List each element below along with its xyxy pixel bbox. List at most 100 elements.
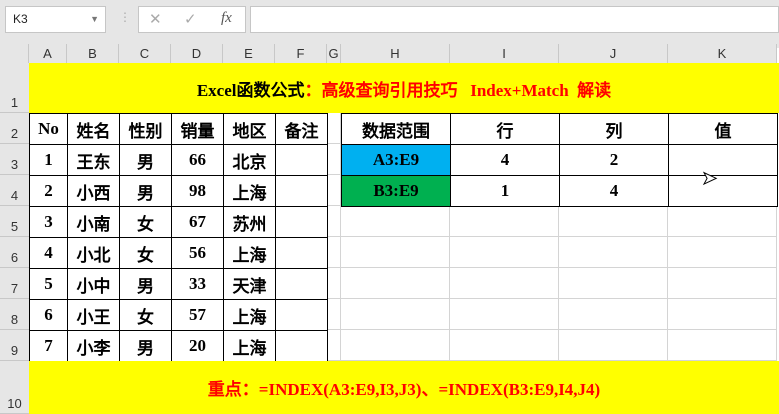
table1-cell[interactable] — [275, 175, 328, 207]
table1-cell[interactable]: 7 — [29, 330, 68, 362]
table1-cell[interactable]: 男 — [119, 268, 172, 300]
column-header-G[interactable]: G — [327, 44, 341, 63]
cell[interactable] — [327, 237, 341, 268]
table1-cell[interactable]: 小中 — [67, 268, 120, 300]
table1-cell[interactable]: 上海 — [223, 299, 276, 331]
table1-header[interactable]: No — [29, 113, 68, 145]
column-header-D[interactable]: D — [171, 44, 223, 63]
table1-cell[interactable]: 66 — [171, 144, 224, 176]
drag-handle-icon[interactable]: ⋮ — [119, 10, 131, 24]
table2-cell[interactable]: 2 — [559, 144, 669, 176]
table1-cell[interactable]: 1 — [29, 144, 68, 176]
table1-cell[interactable]: 小王 — [67, 299, 120, 331]
column-header-H[interactable]: H — [341, 44, 450, 63]
column-header-B[interactable]: B — [67, 44, 119, 63]
table1-cell[interactable]: 北京 — [223, 144, 276, 176]
table1-cell[interactable]: 小南 — [67, 206, 120, 238]
table1-cell[interactable]: 上海 — [223, 237, 276, 269]
table1-cell[interactable]: 57 — [171, 299, 224, 331]
table1-cell[interactable]: 33 — [171, 268, 224, 300]
chevron-down-icon[interactable]: ▼ — [90, 7, 99, 32]
table1-cell[interactable] — [275, 330, 328, 362]
table1-cell[interactable]: 苏州 — [223, 206, 276, 238]
cell[interactable] — [341, 299, 450, 330]
row-header-5[interactable]: 5 — [0, 206, 29, 237]
table2-header[interactable]: 数据范围 — [341, 113, 451, 145]
cell[interactable] — [559, 299, 668, 330]
table1-cell[interactable]: 20 — [171, 330, 224, 362]
table1-cell[interactable]: 67 — [171, 206, 224, 238]
name-box[interactable]: K3 ▼ — [5, 6, 106, 33]
range-cell[interactable]: A3:E9 — [341, 144, 451, 176]
cell[interactable] — [327, 268, 341, 299]
cell[interactable] — [668, 299, 777, 330]
cell[interactable] — [341, 237, 450, 268]
table1-cell[interactable]: 上海 — [223, 175, 276, 207]
table1-cell[interactable]: 98 — [171, 175, 224, 207]
column-header-J[interactable]: J — [559, 44, 668, 63]
row-header-6[interactable]: 6 — [0, 237, 29, 268]
table1-cell[interactable]: 女 — [119, 299, 172, 331]
select-all-button[interactable] — [0, 44, 29, 63]
column-header-A[interactable]: A — [29, 44, 67, 63]
table1-cell[interactable]: 男 — [119, 330, 172, 362]
table1-cell[interactable]: 女 — [119, 206, 172, 238]
row-header-8[interactable]: 8 — [0, 299, 29, 330]
cell[interactable] — [668, 237, 777, 268]
table1-cell[interactable]: 男 — [119, 144, 172, 176]
column-header-K[interactable]: K — [668, 44, 777, 63]
row-header-4[interactable]: 4 — [0, 175, 29, 206]
cell[interactable] — [327, 206, 341, 237]
cell[interactable] — [341, 268, 450, 299]
row-header-9[interactable]: 9 — [0, 330, 29, 361]
table1-cell[interactable]: 56 — [171, 237, 224, 269]
table1-header[interactable]: 地区 — [223, 113, 276, 145]
table1-cell[interactable]: 上海 — [223, 330, 276, 362]
table1-cell[interactable] — [275, 144, 328, 176]
table2-cell[interactable]: 4 — [450, 144, 560, 176]
fx-icon[interactable]: fx — [221, 10, 232, 27]
column-header-E[interactable]: E — [223, 44, 275, 63]
table1-header[interactable]: 销量 — [171, 113, 224, 145]
formula-input[interactable] — [250, 6, 779, 33]
row-header-7[interactable]: 7 — [0, 268, 29, 299]
table1-header[interactable]: 备注 — [275, 113, 328, 145]
row-header-1[interactable]: 1 — [0, 63, 29, 113]
cell[interactable] — [341, 206, 450, 237]
table2-cell[interactable] — [668, 144, 778, 176]
table1-cell[interactable]: 3 — [29, 206, 68, 238]
cell[interactable] — [327, 299, 341, 330]
cell[interactable] — [559, 206, 668, 237]
title-banner[interactable]: Excel函数公式：高级查询引用技巧 Index+Match 解读 — [29, 63, 779, 113]
row-header-2[interactable]: 2 — [0, 113, 29, 144]
cell[interactable] — [559, 268, 668, 299]
cell[interactable] — [327, 330, 341, 361]
table2-header[interactable]: 列 — [559, 113, 669, 145]
table2-cell[interactable] — [668, 175, 778, 207]
range-cell[interactable]: B3:E9 — [341, 175, 451, 207]
cell[interactable] — [327, 175, 341, 206]
column-header-I[interactable]: I — [450, 44, 559, 63]
row-header-3[interactable]: 3 — [0, 144, 29, 175]
table1-cell[interactable]: 小西 — [67, 175, 120, 207]
table1-cell[interactable]: 男 — [119, 175, 172, 207]
table1-header[interactable]: 姓名 — [67, 113, 120, 145]
cell[interactable] — [341, 330, 450, 361]
table1-cell[interactable] — [275, 268, 328, 300]
table1-cell[interactable]: 小李 — [67, 330, 120, 362]
table1-cell[interactable] — [275, 206, 328, 238]
cell[interactable] — [668, 206, 777, 237]
cell[interactable] — [668, 330, 777, 361]
table1-header[interactable]: 性别 — [119, 113, 172, 145]
column-header-C[interactable]: C — [119, 44, 171, 63]
column-header-F[interactable]: F — [275, 44, 327, 63]
cell[interactable] — [450, 237, 559, 268]
cell[interactable] — [327, 113, 341, 144]
cancel-icon[interactable]: ✕ — [149, 10, 162, 28]
footer-banner[interactable]: 重点： =INDEX(A3:E9,I3,J3)、=INDEX(B3:E9,I4,J… — [29, 361, 779, 414]
table1-cell[interactable]: 小北 — [67, 237, 120, 269]
cell[interactable] — [450, 299, 559, 330]
cell[interactable] — [450, 330, 559, 361]
table1-cell[interactable]: 天津 — [223, 268, 276, 300]
table1-cell[interactable] — [275, 237, 328, 269]
